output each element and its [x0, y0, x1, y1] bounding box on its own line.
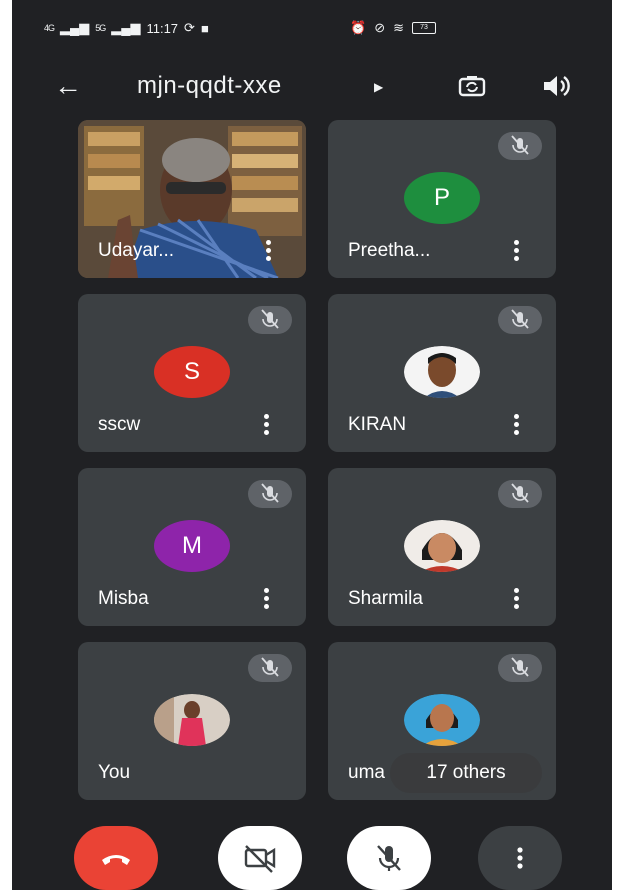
participant-tile[interactable]: Sharmila: [328, 468, 556, 626]
mic-off-icon: [248, 654, 292, 682]
mic-off-icon: [498, 654, 542, 682]
wifi-icon: ≋: [393, 20, 404, 35]
mic-off-icon: [498, 132, 542, 160]
participant-name: Sharmila: [348, 588, 423, 609]
mic-off-icon: [498, 306, 542, 334]
participant-name: sscw: [98, 414, 141, 435]
avatar-photo: [154, 694, 230, 746]
participant-tile-self[interactable]: You: [78, 642, 306, 800]
participant-tile[interactable]: KIRAN: [328, 294, 556, 452]
more-vert-icon[interactable]: [514, 414, 520, 436]
more-vert-icon[interactable]: [266, 240, 272, 262]
status-bar: 4G ▂▄▆ 5G ▂▄▆ 11:17 ⟳ ■ ⏰ ⊘ ≋ 73: [12, 14, 612, 44]
others-count-pill[interactable]: 17 others: [390, 753, 542, 793]
avatar: S: [154, 346, 230, 398]
avatar: M: [154, 520, 230, 572]
participant-name: uma: [348, 762, 385, 783]
more-vert-icon: [517, 847, 523, 869]
avatar-photo: [404, 694, 480, 746]
switch-camera-icon[interactable]: [456, 70, 488, 102]
recording-icon: ■: [200, 20, 209, 36]
participant-tile[interactable]: S sscw: [78, 294, 306, 452]
avatar-photo: [404, 520, 480, 572]
more-vert-icon[interactable]: [264, 588, 270, 610]
participant-name: Preetha...: [348, 240, 431, 261]
camera-toggle-button[interactable]: [218, 826, 302, 890]
participant-tile[interactable]: P Preetha...: [328, 120, 556, 278]
meet-screen: 4G ▂▄▆ 5G ▂▄▆ 11:17 ⟳ ■ ⏰ ⊘ ≋ 73 ← mjn-q…: [12, 0, 612, 890]
meeting-header: ← mjn-qqdt-xxe ▶: [12, 62, 612, 110]
status-time: 11:17: [146, 20, 179, 36]
more-vert-icon[interactable]: [264, 414, 270, 436]
mic-off-icon: [248, 306, 292, 334]
mic-off-icon: [248, 480, 292, 508]
status-right: ⏰ ⊘ ≋ 73: [350, 20, 436, 36]
battery-icon: 73: [412, 22, 436, 34]
speaker-icon[interactable]: [540, 70, 572, 102]
signal-bars-icon-2: ▂▄▆: [111, 20, 141, 35]
participant-name: Udayar...: [98, 240, 175, 261]
avatar-photo: [404, 346, 480, 398]
call-end-icon: [102, 855, 130, 865]
status-left: 4G ▂▄▆ 5G ▂▄▆ 11:17 ⟳ ■: [44, 20, 209, 36]
camera-off-icon: [244, 845, 276, 873]
signal-bars-icon: ▂▄▆: [60, 20, 90, 35]
signal-2-label: 5G: [95, 23, 106, 33]
caret-right-icon[interactable]: ▶: [374, 80, 383, 94]
mic-toggle-button[interactable]: [347, 826, 431, 890]
mic-off-icon: [377, 845, 401, 871]
back-arrow-icon[interactable]: ←: [54, 70, 82, 102]
participant-tile-video[interactable]: Udayar...: [78, 120, 306, 278]
more-options-button[interactable]: [478, 826, 562, 890]
participant-name: KIRAN: [348, 414, 407, 435]
mic-off-icon: [498, 480, 542, 508]
participant-tile[interactable]: M Misba: [78, 468, 306, 626]
more-vert-icon[interactable]: [514, 588, 520, 610]
avatar: P: [404, 172, 480, 224]
no-notification-icon: ⊘: [374, 20, 386, 35]
signal-1-label: 4G: [44, 23, 55, 33]
alarm-icon: ⏰: [350, 20, 367, 35]
participant-name: You: [98, 762, 131, 783]
more-vert-icon[interactable]: [514, 240, 520, 262]
meeting-code[interactable]: mjn-qqdt-xxe: [137, 72, 282, 100]
participant-name: Misba: [98, 588, 149, 609]
end-call-button[interactable]: [74, 826, 158, 890]
sync-icon: ⟳: [184, 20, 195, 35]
